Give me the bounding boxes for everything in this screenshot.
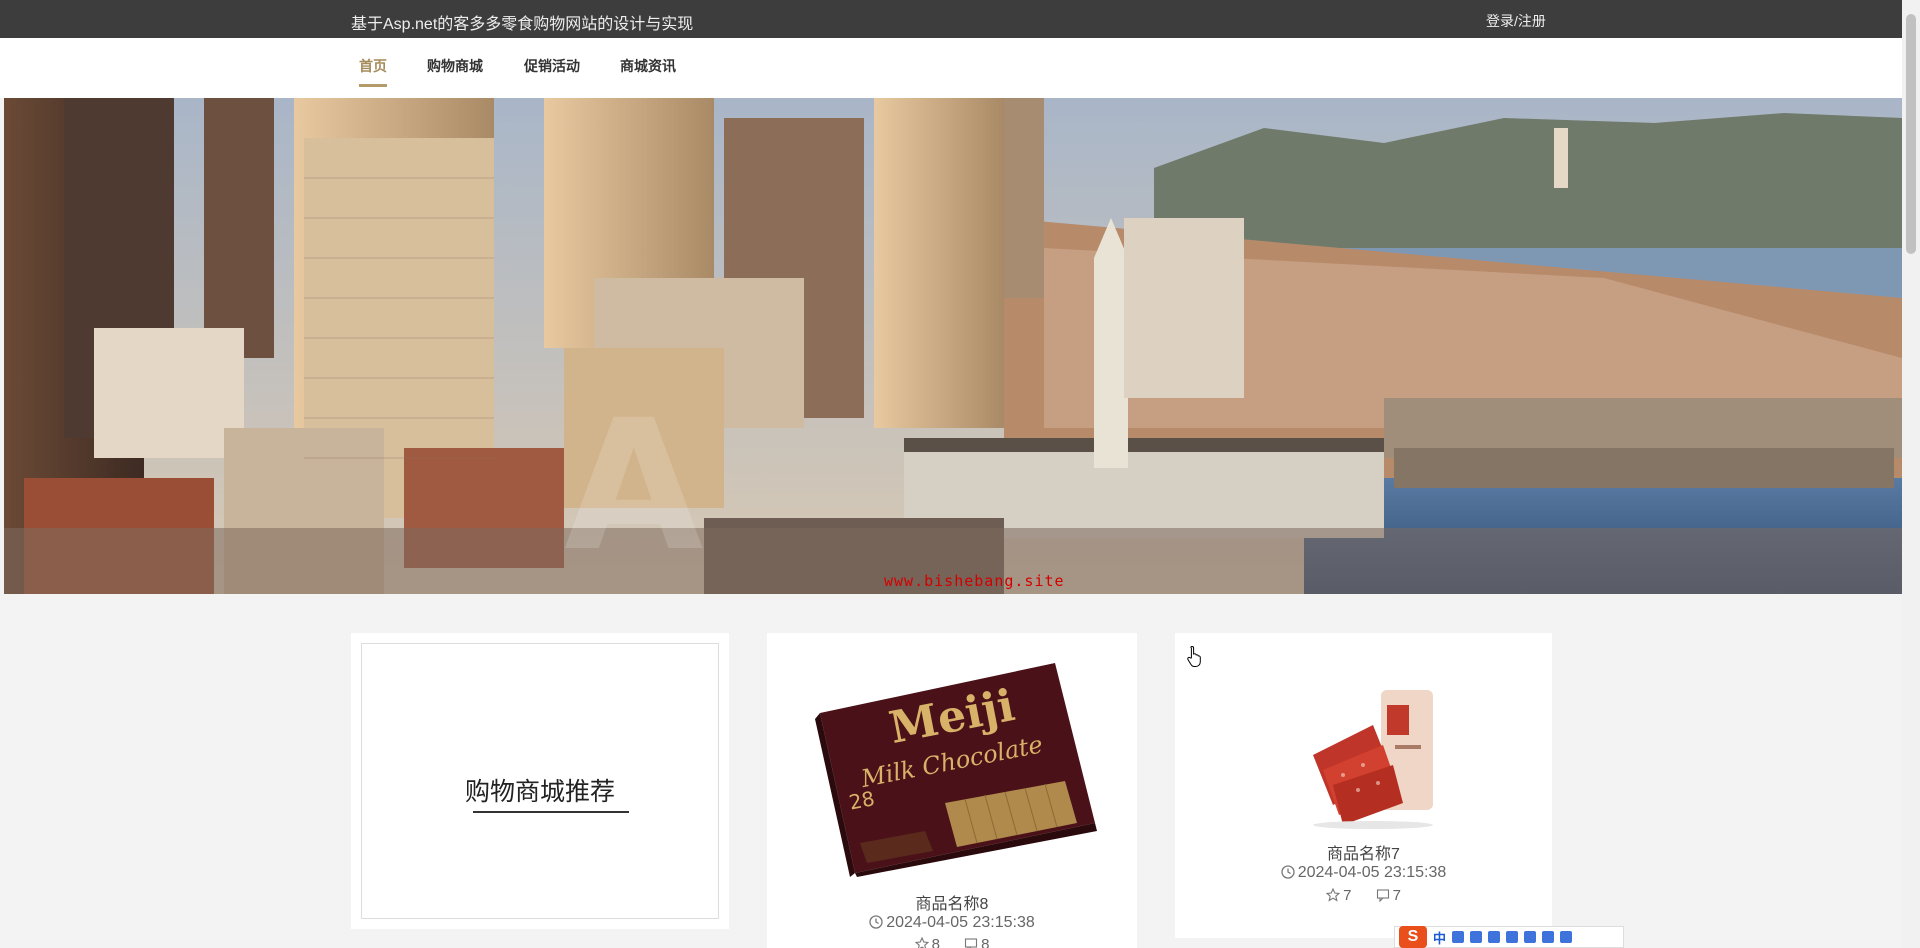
ime-language-toggle[interactable]: 中: [1433, 928, 1446, 947]
product-time: 2024-04-05 23:15:38: [1175, 864, 1552, 882]
comment-icon: [1376, 889, 1389, 902]
scrollbar-thumb[interactable]: [1906, 14, 1916, 254]
comment-count-text: 8: [981, 936, 990, 948]
favorite-count[interactable]: 8: [914, 936, 940, 948]
recommend-frame: 购物商城推荐: [361, 643, 719, 919]
hero-banner[interactable]: A www.bishebang.site: [4, 98, 1902, 594]
nav-item-home[interactable]: 首页: [359, 56, 387, 87]
keyboard-icon[interactable]: [1488, 931, 1501, 943]
meiji-milk-chocolate-image[interactable]: Meiji Milk Chocolate 28: [805, 653, 1105, 877]
ime-logo[interactable]: S: [1399, 926, 1427, 948]
product-name[interactable]: 商品名称7: [1175, 840, 1552, 864]
product-name[interactable]: 商品名称8: [767, 890, 1137, 914]
favorite-count[interactable]: 7: [1326, 887, 1351, 904]
comment-count-text: 7: [1392, 887, 1401, 904]
recommend-card: 购物商城推荐: [351, 633, 729, 929]
skin-icon[interactable]: [1506, 931, 1519, 943]
product-time-text: 2024-04-05 23:15:38: [1297, 864, 1447, 881]
ime-toolbar[interactable]: S 中: [1394, 926, 1624, 948]
recommend-underline: [473, 811, 629, 813]
comment-count[interactable]: 7: [1376, 887, 1401, 904]
site-title: 基于Asp.net的客多多零食购物网站的设计与实现: [351, 16, 694, 33]
recommend-title: 购物商城推荐: [464, 778, 615, 806]
product-stats: 8 8: [767, 936, 1137, 948]
nav-item-shop[interactable]: 购物商城: [427, 56, 483, 84]
product-card[interactable]: 商品名称7 2024-04-05 23:15:38 7 7: [1175, 633, 1552, 938]
favorite-count-text: 7: [1343, 887, 1352, 904]
product-card[interactable]: Meiji Milk Chocolate 28 商品名称8 2024-04-05…: [767, 633, 1137, 948]
nav-item-news[interactable]: 商城资讯: [620, 56, 676, 84]
login-register-link[interactable]: 登录/注册: [1486, 11, 1546, 31]
svg-text:28: 28: [847, 786, 877, 814]
clock-icon: [869, 915, 883, 929]
top-bar: 基于Asp.net的客多多零食购物网站的设计与实现 登录/注册: [0, 0, 1902, 38]
star-icon: [1326, 888, 1341, 902]
city-skyline-image: A: [4, 98, 1902, 594]
clock-icon: [1281, 865, 1295, 879]
toolbox-icon[interactable]: [1542, 931, 1555, 943]
comment-count[interactable]: 8: [964, 936, 989, 948]
hand-cursor-icon: [1187, 645, 1201, 667]
product-stats: 7 7: [1175, 887, 1552, 904]
settings-icon[interactable]: [1560, 931, 1573, 943]
main-nav: 首页 购物商城 促销活动 商城资讯: [0, 38, 1902, 98]
svg-text:A: A: [564, 382, 703, 591]
nav-item-promotions[interactable]: 促销活动: [524, 56, 580, 84]
banner-watermark: www.bishebang.site: [884, 572, 1065, 590]
emoji-icon[interactable]: [1524, 931, 1537, 943]
comment-icon: [965, 938, 978, 948]
favorite-count-text: 8: [931, 936, 940, 948]
star-icon: [914, 937, 929, 948]
punctuation-icon[interactable]: [1452, 931, 1465, 943]
dried-meat-snack-image[interactable]: [1303, 685, 1443, 830]
microphone-icon[interactable]: [1470, 931, 1483, 943]
product-time-text: 2024-04-05 23:15:38: [886, 914, 1035, 931]
product-time: 2024-04-05 23:15:38: [767, 914, 1137, 932]
page-scrollbar[interactable]: [1902, 0, 1920, 948]
